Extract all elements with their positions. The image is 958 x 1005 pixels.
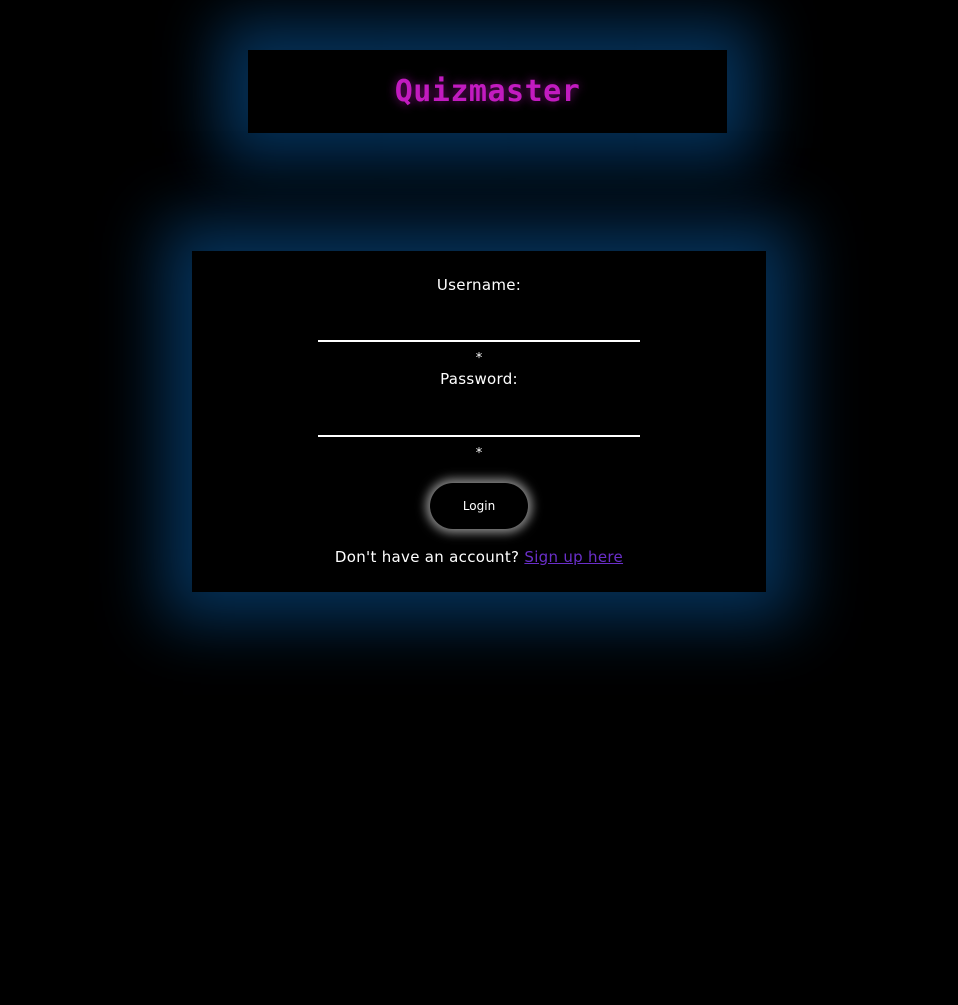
password-input[interactable] [318, 411, 640, 437]
header-banner: Quizmaster [248, 50, 727, 133]
signup-link[interactable]: Sign up here [524, 548, 623, 566]
username-label: Username: [436, 276, 522, 294]
username-required-mark: * [475, 351, 483, 366]
page-title: Quizmaster [394, 74, 581, 109]
login-form: Username: * Password: * Login Don't have… [192, 251, 766, 592]
signup-prompt-line: Don't have an account? Sign up here [192, 548, 766, 566]
signup-prompt-text: Don't have an account? [334, 548, 520, 566]
login-page: Quizmaster Username: * Password: * Login… [0, 0, 958, 1005]
login-button[interactable]: Login [430, 483, 528, 529]
password-label: Password: [440, 370, 518, 388]
username-input[interactable] [318, 316, 640, 342]
password-required-mark: * [475, 446, 483, 461]
